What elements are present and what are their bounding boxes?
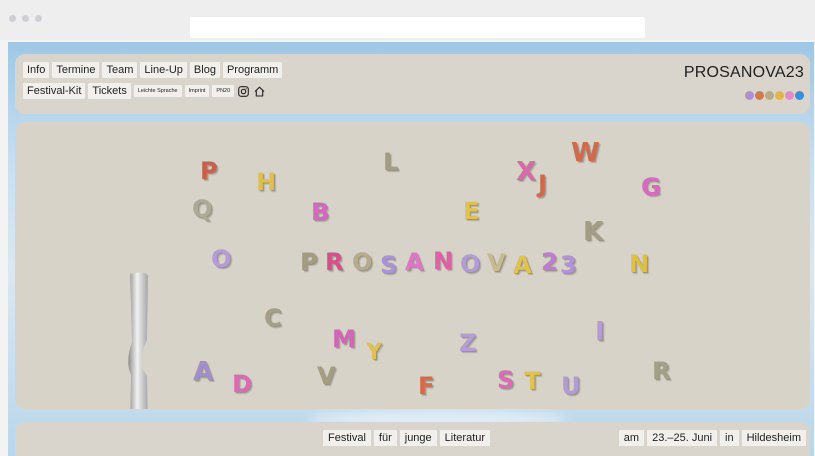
brand-dot [765, 91, 774, 100]
brand-color-dots [745, 91, 804, 100]
floating-letter: B [311, 198, 330, 226]
brand-dot [755, 91, 764, 100]
browser-toolbar [0, 0, 815, 40]
floating-letter: X [516, 157, 537, 187]
floating-letter: Y [366, 340, 382, 365]
floating-letter: T [524, 367, 541, 395]
brand-dot [785, 91, 794, 100]
footer-dates: am 23.–25. Juni in Hildesheim [618, 430, 806, 446]
hero-word-letter: 3 [560, 251, 577, 279]
location: Hildesheim [741, 430, 806, 446]
floating-letter: P [200, 157, 218, 185]
nav-festival-kit[interactable]: Festival-Kit [23, 83, 86, 99]
nav-blog[interactable]: Blog [189, 62, 220, 78]
hero-canvas[interactable]: P R O S A N O V A 2 3 P H L X J W G Q B … [15, 122, 810, 409]
tagline-word: für [373, 430, 397, 446]
date-word: am [618, 430, 645, 446]
nav-leichte-sprache[interactable]: Leichte Sprache [133, 85, 182, 97]
floating-letter: L [383, 148, 399, 176]
floating-letter: J [538, 170, 547, 198]
nav-tickets[interactable]: Tickets [88, 83, 131, 99]
floating-letter: S [497, 366, 515, 394]
hero-word-letter: 2 [541, 248, 558, 276]
floating-letter: A [193, 357, 214, 387]
floating-letter: D [232, 370, 252, 398]
floating-letter: I [595, 317, 605, 347]
tagline-word: Festival [323, 430, 371, 446]
floating-letter: N [629, 250, 650, 278]
floating-letter: M [332, 325, 356, 353]
window-controls [9, 15, 42, 22]
floating-letter: V [317, 362, 336, 390]
monolith-shape [128, 272, 148, 409]
floating-letter: K [583, 217, 604, 247]
floating-letter: H [256, 168, 277, 196]
tagline-word: Literatur [439, 430, 491, 446]
nav-imprint[interactable]: Imprint [184, 85, 210, 97]
brand-dot [775, 91, 784, 100]
floating-letter: G [641, 173, 661, 201]
address-bar[interactable] [190, 17, 645, 38]
floating-letter: U [561, 372, 581, 400]
floating-letter: F [418, 372, 435, 400]
floating-letter: R [652, 357, 671, 385]
hero-word-letter: V [487, 249, 506, 277]
nav-info[interactable]: Info [23, 62, 50, 78]
floating-letter: O [211, 245, 232, 273]
floating-letter: E [463, 197, 480, 225]
hero-word-letter: A [513, 251, 532, 279]
minimize-window-icon[interactable] [22, 15, 29, 22]
floating-letter: C [264, 304, 282, 332]
instagram-icon[interactable] [237, 85, 250, 98]
home-icon[interactable] [253, 85, 266, 98]
nav-termine[interactable]: Termine [52, 62, 100, 78]
floating-letter: Z [459, 329, 477, 357]
nav-line-up[interactable]: Line-Up [140, 62, 187, 78]
hero-word-letter: O [460, 250, 481, 278]
hero-word-letter: O [352, 248, 373, 276]
nav-pn20[interactable]: PN20 [212, 85, 235, 97]
secondary-nav: Festival-Kit Tickets Leichte Sprache Imp… [23, 83, 266, 99]
maximize-window-icon[interactable] [35, 15, 42, 22]
hero-word-letter: P [300, 248, 318, 276]
hero-word-letter: S [380, 251, 398, 279]
hero-word-letter: R [325, 248, 344, 276]
tagline-word: junge [399, 430, 437, 446]
date-word: in [720, 430, 739, 446]
floating-letter: Q [192, 195, 213, 223]
hero-word-letter: A [405, 248, 424, 276]
date-range: 23.–25. Juni [647, 430, 718, 446]
floating-letter: W [571, 138, 600, 168]
nav-team[interactable]: Team [102, 62, 138, 78]
nav-programm[interactable]: Programm [222, 62, 283, 78]
site-logo[interactable]: PROSANOVA23 [684, 64, 804, 82]
close-window-icon[interactable] [9, 15, 16, 22]
footer-tagline: Festival für junge Literatur [323, 430, 491, 446]
hero-word-letter: N [433, 247, 454, 275]
brand-dot [745, 91, 754, 100]
web-page: Info Termine Team Line-Up Blog Programm … [8, 42, 814, 456]
brand-dot [795, 91, 804, 100]
main-nav: Info Termine Team Line-Up Blog Programm [23, 62, 283, 78]
